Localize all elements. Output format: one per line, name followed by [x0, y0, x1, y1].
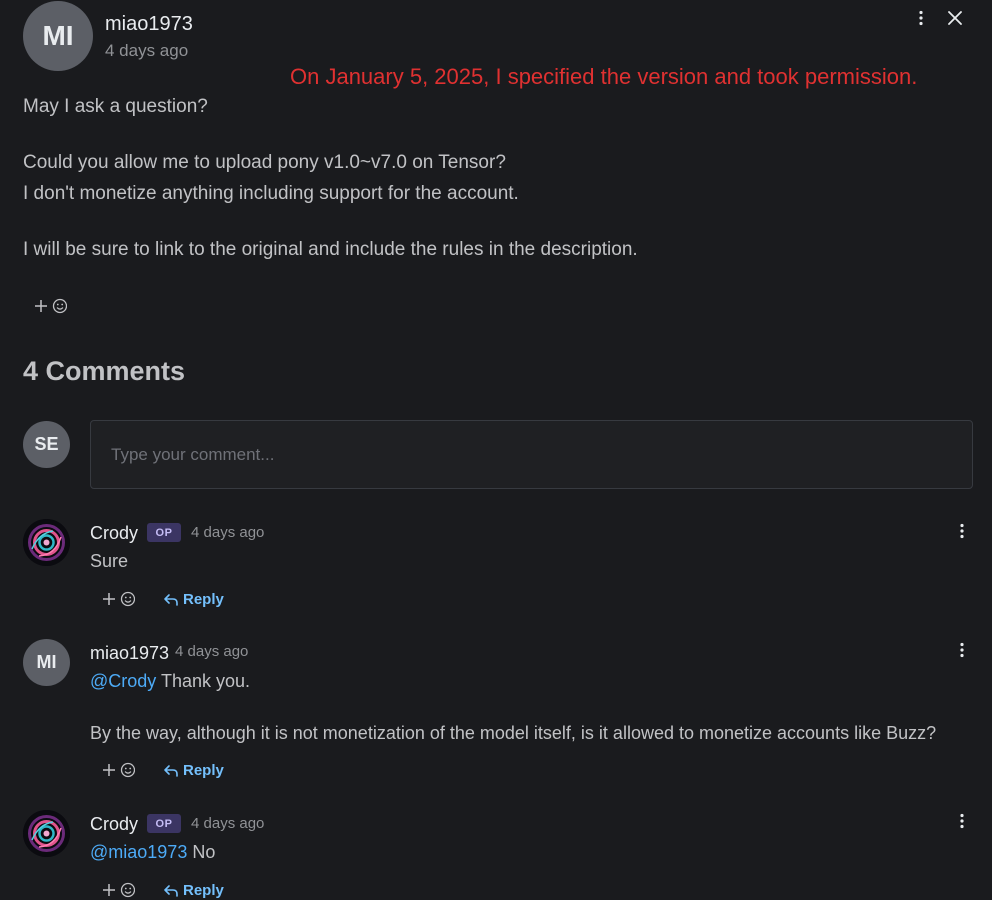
comment-input[interactable] [90, 420, 973, 489]
post-body-line: I don't monetize anything including supp… [23, 183, 519, 204]
annotation-note: On January 5, 2025, I specified the vers… [290, 64, 918, 89]
comment-time: 4 days ago [191, 815, 265, 832]
comment-author[interactable]: Crody [90, 523, 138, 544]
comment-add-reaction-button[interactable] [101, 761, 135, 779]
reply-label: Reply [183, 882, 224, 899]
reply-icon [164, 884, 178, 897]
close-icon [948, 11, 962, 25]
add-reaction-icon [103, 591, 135, 607]
comment-menu-button[interactable] [955, 640, 969, 660]
comment-add-reaction-button[interactable] [101, 881, 135, 899]
reply-icon [164, 593, 178, 606]
reply-label: Reply [183, 591, 224, 608]
post-body-line: Could you allow me to upload pony v1.0~v… [23, 152, 506, 173]
comment-author[interactable]: miao1973 [90, 643, 169, 664]
more-vertical-icon [960, 523, 964, 539]
post-body-line: May I ask a question? [23, 96, 208, 117]
miao1973-avatar[interactable]: MI [23, 639, 70, 686]
post-body-line: I will be sure to link to the original a… [23, 239, 638, 260]
close-button[interactable] [944, 6, 966, 30]
reply-label: Reply [183, 762, 224, 779]
post-add-reaction-button[interactable] [33, 297, 67, 315]
crody-avatar[interactable] [23, 519, 70, 566]
swirl-avatar-image [23, 810, 70, 857]
comment-add-reaction-button[interactable] [101, 590, 135, 608]
reply-button[interactable]: Reply [163, 882, 224, 899]
add-reaction-icon [35, 298, 67, 314]
reply-icon [164, 764, 178, 777]
comment-time: 4 days ago [191, 524, 265, 541]
comment-text: @Crody Thank you. [90, 671, 250, 692]
current-user-avatar: SE [23, 421, 70, 468]
comment-body: No [187, 842, 216, 862]
add-reaction-icon [103, 762, 135, 778]
more-vertical-icon [919, 10, 923, 26]
comment-text: @miao1973 No [90, 842, 215, 863]
comments-count-heading: 4 Comments [23, 356, 186, 386]
post-author[interactable]: miao1973 [105, 13, 193, 36]
comment-menu-button[interactable] [955, 521, 969, 541]
more-vertical-icon [960, 813, 964, 829]
crody-avatar[interactable] [23, 810, 70, 857]
add-reaction-icon [103, 882, 135, 898]
reply-button[interactable]: Reply [163, 591, 224, 608]
op-badge: OP [147, 523, 181, 542]
comment-author[interactable]: Crody [90, 814, 138, 835]
mention-link[interactable]: @Crody [90, 671, 156, 691]
author-avatar[interactable]: MI [23, 1, 93, 71]
comment-body: Sure [90, 551, 129, 571]
comment-body: Thank you. [156, 671, 251, 691]
post-time: 4 days ago [105, 41, 189, 60]
reply-button[interactable]: Reply [163, 762, 224, 779]
post-menu-button[interactable] [911, 6, 931, 30]
comment-time: 4 days ago [175, 643, 249, 660]
swirl-avatar-image [23, 519, 70, 566]
mention-link[interactable]: @miao1973 [90, 842, 187, 862]
op-badge: OP [147, 814, 181, 833]
comment-text-paragraph: By the way, although it is not monetizat… [90, 723, 937, 743]
comment-text: Sure [90, 551, 128, 572]
more-vertical-icon [960, 642, 964, 658]
comment-menu-button[interactable] [955, 811, 969, 831]
